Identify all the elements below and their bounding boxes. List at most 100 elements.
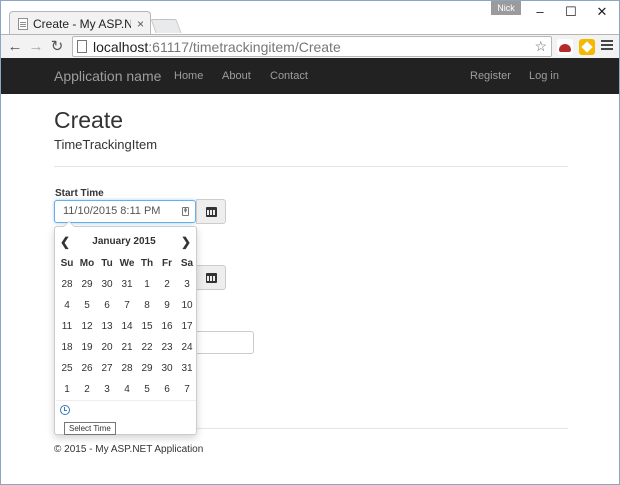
clear-icon[interactable]: ▴ ▾: [182, 206, 189, 216]
forward-icon[interactable]: →: [27, 38, 45, 56]
calendar-week-row: 18 19 20 21 22 23 24: [57, 337, 197, 358]
weekday-label: We: [119, 258, 135, 269]
weekday-label: Tu: [101, 258, 113, 269]
select-time-tooltip: Select Time: [64, 422, 116, 435]
title-bar: Create - My ASP.NET App × Nick – ☐ ✕: [1, 1, 619, 35]
next-month-icon[interactable]: ❯: [180, 235, 192, 249]
browser-toolbar: ← → ↻ localhost:61117/timetrackingitem/C…: [1, 34, 619, 58]
start-time-calendar-button[interactable]: [196, 199, 226, 224]
previous-month-icon[interactable]: ❮: [59, 235, 71, 249]
calendar-day[interactable]: 8: [137, 295, 157, 316]
calendar-week-row: 25 26 27 28 29 30 31: [57, 358, 197, 379]
calendar-day[interactable]: 25: [57, 358, 77, 379]
calendar-day[interactable]: 3: [177, 274, 197, 295]
datepicker-popup: ❮ January 2015 ❯ Su Mo Tu We Th Fr Sa 28…: [54, 221, 197, 435]
calendar-day[interactable]: 22: [137, 337, 157, 358]
clock-icon[interactable]: [60, 405, 70, 415]
start-time-input[interactable]: 11/10/2015 8:11 PM ▴ ▾: [54, 200, 196, 223]
calendar-day[interactable]: 10: [177, 295, 197, 316]
calendar-day[interactable]: 15: [137, 316, 157, 337]
calendar-day[interactable]: 26: [77, 358, 97, 379]
calendar-day[interactable]: 5: [77, 295, 97, 316]
calendar-icon: [206, 273, 217, 283]
chrome-menu-icon[interactable]: [601, 38, 613, 52]
calendar-day[interactable]: 24: [177, 337, 197, 358]
browser-tab[interactable]: Create - My ASP.NET App ×: [9, 11, 151, 35]
minimize-icon[interactable]: –: [523, 1, 557, 23]
calendar-day[interactable]: 6: [97, 295, 117, 316]
calendar-day[interactable]: 28: [117, 358, 137, 379]
extension-star-icon[interactable]: [579, 39, 595, 55]
bookmark-star-icon[interactable]: ☆: [534, 38, 547, 55]
calendar-day[interactable]: 27: [97, 358, 117, 379]
navbar-brand[interactable]: Application name: [54, 68, 161, 84]
calendar-day[interactable]: 4: [117, 379, 137, 400]
calendar-day[interactable]: 19: [77, 337, 97, 358]
calendar-day[interactable]: 6: [157, 379, 177, 400]
calendar-day[interactable]: 20: [97, 337, 117, 358]
weekday-label: Su: [60, 258, 74, 269]
calendar-day[interactable]: 11: [57, 316, 77, 337]
weekday-label: Sa: [180, 258, 194, 269]
calendar-day[interactable]: 1: [137, 274, 157, 295]
profile-badge[interactable]: Nick: [491, 1, 521, 15]
start-time-label: Start Time: [55, 188, 104, 199]
weekday-header-row: Su Mo Tu We Th Fr Sa: [57, 253, 197, 274]
calendar-day[interactable]: 18: [57, 337, 77, 358]
site-navbar: Application name Home About Contact Regi…: [1, 58, 619, 94]
url-host: localhost: [93, 38, 149, 55]
end-time-calendar-button[interactable]: [196, 265, 226, 290]
url-path: :61117/timetrackingitem/Create: [148, 38, 341, 55]
start-time-value: 11/10/2015 8:11 PM: [63, 205, 161, 217]
calendar-day[interactable]: 30: [97, 274, 117, 295]
calendar-day[interactable]: 31: [117, 274, 137, 295]
calendar-day[interactable]: 5: [137, 379, 157, 400]
calendar-day[interactable]: 13: [97, 316, 117, 337]
calendar-day[interactable]: 29: [137, 358, 157, 379]
calendar-day[interactable]: 3: [97, 379, 117, 400]
page-favicon-icon: [18, 17, 28, 30]
calendar-day[interactable]: 2: [157, 274, 177, 295]
nav-link-login[interactable]: Log in: [529, 70, 559, 82]
calendar-day[interactable]: 17: [177, 316, 197, 337]
calendar-day[interactable]: 1: [57, 379, 77, 400]
calendar-day[interactable]: 12: [77, 316, 97, 337]
maximize-icon[interactable]: ☐: [554, 1, 588, 23]
close-window-icon[interactable]: ✕: [585, 1, 619, 23]
calendar-day[interactable]: 21: [117, 337, 137, 358]
calendar-icon: [206, 207, 217, 217]
datepicker-grid: Su Mo Tu We Th Fr Sa 28 29 30 31 1 2 3 4 5 6 7 8 9 10…: [57, 253, 197, 400]
calendar-day[interactable]: 14: [117, 316, 137, 337]
extension-hat-icon[interactable]: [557, 39, 573, 55]
nav-link-register[interactable]: Register: [470, 70, 511, 82]
calendar-day[interactable]: 31: [177, 358, 197, 379]
nav-link-contact[interactable]: Contact: [270, 70, 308, 82]
calendar-day[interactable]: 9: [157, 295, 177, 316]
tab-close-icon[interactable]: ×: [137, 17, 144, 31]
calendar-day[interactable]: 23: [157, 337, 177, 358]
calendar-day[interactable]: 4: [57, 295, 77, 316]
back-icon[interactable]: ←: [6, 38, 24, 56]
calendar-week-row: 11 12 13 14 15 16 17: [57, 316, 197, 337]
new-tab-button[interactable]: [150, 19, 182, 33]
calendar-day[interactable]: 29: [77, 274, 97, 295]
weekday-label: Fr: [162, 258, 172, 269]
calendar-day[interactable]: 7: [117, 295, 137, 316]
calendar-day[interactable]: 2: [77, 379, 97, 400]
reload-icon[interactable]: ↻: [48, 38, 66, 56]
calendar-day[interactable]: 30: [157, 358, 177, 379]
address-bar[interactable]: localhost:61117/timetrackingitem/Create …: [72, 36, 552, 57]
calendar-day[interactable]: 7: [177, 379, 197, 400]
calendar-day[interactable]: 28: [57, 274, 77, 295]
weekday-label: Th: [140, 258, 154, 269]
nav-link-home[interactable]: Home: [174, 70, 203, 82]
nav-link-about[interactable]: About: [222, 70, 251, 82]
calendar-week-row: 1234567: [57, 379, 197, 400]
calendar-week-row: 4 5 6 7 8 9 10: [57, 295, 197, 316]
datepicker-weeks: 28 29 30 31 1 2 3 4 5 6 7 8 9 10 11 12 13 14 15 16 17 18 19 20 2…: [57, 274, 197, 400]
page-info-icon[interactable]: [77, 40, 87, 53]
calendar-day[interactable]: 16: [157, 316, 177, 337]
datepicker-month-label[interactable]: January 2015: [79, 236, 169, 247]
weekday-label: Mo: [79, 258, 95, 269]
datepicker-separator: [56, 400, 196, 401]
